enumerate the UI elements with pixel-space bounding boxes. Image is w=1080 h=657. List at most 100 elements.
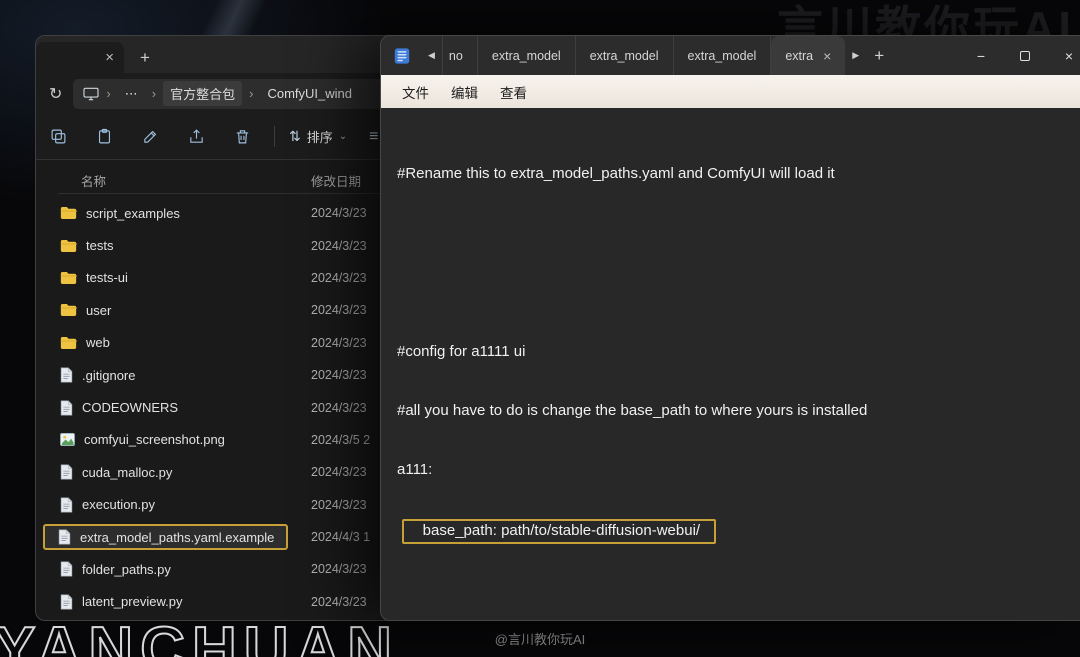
document-icon	[60, 594, 73, 610]
file-date: 2024/3/23	[311, 595, 367, 609]
document-icon	[60, 400, 73, 416]
highlight-box: base_path: path/to/stable-diffusion-webu…	[402, 519, 716, 544]
tab-label: no	[449, 49, 463, 63]
folder-icon	[60, 271, 77, 285]
delete-button[interactable]	[234, 128, 251, 145]
refresh-icon[interactable]: ↻	[49, 84, 62, 104]
share-button[interactable]	[188, 128, 205, 145]
tab-label: extra_model	[492, 49, 561, 63]
file-date: 2024/3/23	[311, 336, 367, 350]
tab-close-icon[interactable]: ×	[105, 50, 114, 65]
file-name: latent_preview.py	[82, 594, 182, 609]
chevron-right-icon: ›	[152, 86, 156, 101]
file-date: 2024/3/23	[311, 271, 367, 285]
file-date: 2024/3/23	[311, 368, 367, 382]
menu-edit[interactable]: 编辑	[440, 77, 489, 107]
view-icon: ≡	[369, 128, 378, 145]
copy-button[interactable]	[50, 128, 67, 145]
file-date: 2024/3/23	[311, 239, 367, 253]
maximize-icon	[1020, 51, 1030, 61]
code-line	[397, 283, 1080, 303]
document-icon	[60, 497, 73, 513]
sort-button[interactable]: ⇅ 排序 ⌄	[289, 127, 347, 146]
breadcrumb-current-folder[interactable]: ComfyUI_wind	[260, 83, 359, 104]
folder-icon	[60, 303, 77, 317]
file-date: 2024/3/23	[311, 562, 367, 576]
toolbar-divider	[274, 126, 275, 147]
menu-view[interactable]: 查看	[489, 77, 538, 107]
paste-button[interactable]	[96, 128, 113, 145]
watermark-bottom-center: @言川教你玩AI	[495, 629, 585, 648]
sort-arrows-icon: ⇅	[289, 128, 301, 145]
document-icon	[58, 529, 71, 545]
close-button[interactable]: ×	[1047, 36, 1080, 75]
code-line: #config for a1111 ui	[397, 342, 1080, 362]
window-controls: − ×	[959, 36, 1080, 75]
file-date: 2024/3/23	[311, 498, 367, 512]
folder-icon	[60, 239, 77, 253]
breadcrumb-parent-folder[interactable]: 官方整合包	[163, 81, 242, 106]
document-icon	[60, 464, 73, 480]
menu-file[interactable]: 文件	[391, 77, 440, 107]
tab-extra-model-3[interactable]: extra_model	[674, 36, 772, 75]
breadcrumb-ellipsis[interactable]: ⋯	[118, 83, 145, 105]
chevron-right-icon: ›	[106, 86, 110, 101]
tab-extra-model-1[interactable]: extra_model	[478, 36, 576, 75]
file-name: script_examples	[86, 206, 180, 221]
column-header-name[interactable]: 名称	[81, 171, 311, 190]
new-tab-button[interactable]: +	[874, 46, 884, 66]
trash-icon	[234, 128, 251, 145]
tab-label: extra	[785, 49, 813, 63]
file-name: execution.py	[82, 497, 155, 512]
code-line	[397, 224, 1080, 244]
code-line-highlighted: base_path: path/to/stable-diffusion-webu…	[397, 519, 1080, 544]
file-name: tests	[86, 238, 113, 253]
new-tab-button[interactable]: +	[140, 49, 150, 66]
file-name: web	[86, 335, 110, 350]
file-name: tests-ui	[86, 270, 128, 285]
copy-icon	[50, 128, 67, 145]
document-icon	[60, 367, 73, 383]
chevron-down-icon: ⌄	[339, 131, 347, 142]
text-editor-area[interactable]: #Rename this to extra_model_paths.yaml a…	[381, 108, 1080, 620]
tab-overflow[interactable]: no	[442, 36, 478, 75]
sort-label: 排序	[307, 127, 333, 146]
explorer-tab[interactable]: ×	[36, 42, 124, 73]
file-date: 2024/4/3 1	[311, 530, 370, 544]
document-icon	[60, 561, 73, 577]
tab-label: extra_model	[590, 49, 659, 63]
tabs-scroll-left-icon[interactable]: ◀	[421, 50, 442, 61]
column-header-date[interactable]: 修改日期	[311, 171, 361, 190]
image-file-icon	[60, 433, 75, 446]
rename-icon	[142, 128, 159, 145]
code-line: a111:	[397, 460, 1080, 480]
file-name: cuda_malloc.py	[82, 465, 172, 480]
file-name: extra_model_paths.yaml.example	[80, 530, 274, 545]
paste-icon	[96, 128, 113, 145]
view-button[interactable]: ≡	[369, 128, 378, 146]
maximize-button[interactable]	[1003, 36, 1047, 75]
code-line	[397, 583, 1080, 603]
code-line: #all you have to do is change the base_p…	[397, 401, 1080, 421]
notepad-menu-bar: 文件 编辑 查看	[381, 75, 1080, 108]
tab-extra-model-2[interactable]: extra_model	[576, 36, 674, 75]
file-name: CODEOWNERS	[82, 400, 178, 415]
tabs-scroll-right-icon[interactable]: ▶	[845, 50, 866, 61]
tab-active[interactable]: extra ×	[771, 36, 845, 75]
file-name: comfyui_screenshot.png	[84, 432, 225, 447]
file-name: folder_paths.py	[82, 562, 171, 577]
file-date: 2024/3/23	[311, 465, 367, 479]
rename-button[interactable]	[142, 128, 159, 145]
tab-label: extra_model	[688, 49, 757, 63]
this-pc-icon	[83, 87, 99, 101]
file-date: 2024/3/23	[311, 206, 367, 220]
file-date: 2024/3/23	[311, 303, 367, 317]
notepad-tab-strip: ◀ no extra_model extra_model extra_model…	[381, 36, 1080, 75]
chevron-right-icon: ›	[249, 86, 253, 101]
minimize-button[interactable]: −	[959, 36, 1003, 75]
tab-close-icon[interactable]: ×	[823, 49, 831, 63]
notepad-app-icon	[393, 47, 411, 65]
share-icon	[188, 128, 205, 145]
file-name: user	[86, 303, 111, 318]
desktop-background: 言川教你玩AI YANCHUAN @言川教你玩AI × + ↻ › ⋯ › 官方…	[0, 0, 1080, 657]
